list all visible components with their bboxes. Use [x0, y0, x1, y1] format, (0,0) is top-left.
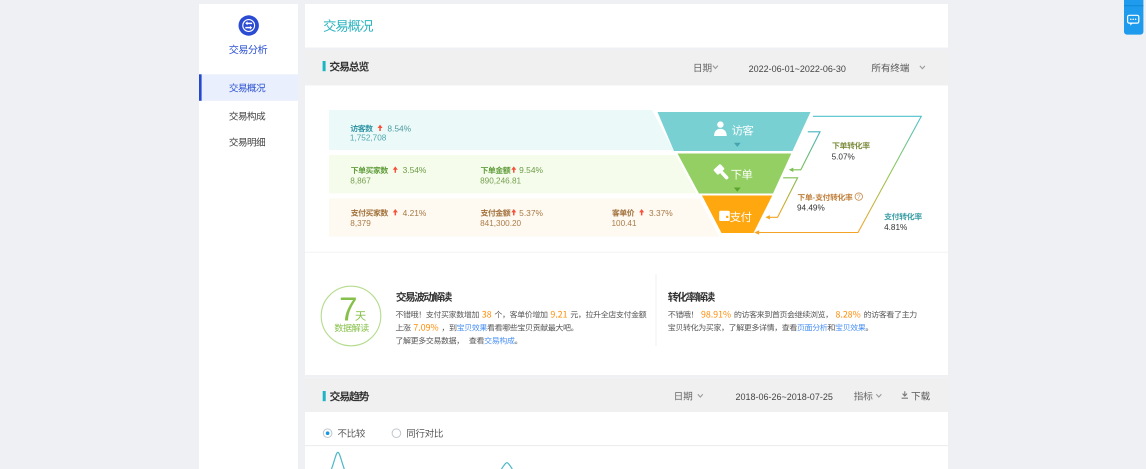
- svg-text:9.54%: 9.54%: [519, 165, 543, 175]
- svg-text:890,246.81: 890,246.81: [480, 176, 521, 185]
- svg-text:8,867: 8,867: [350, 176, 371, 185]
- svg-text:5.07%: 5.07%: [832, 153, 855, 162]
- svg-text:2018-06-26~2018-07-25: 2018-06-26~2018-07-25: [736, 392, 833, 402]
- svg-text:94.49%: 94.49%: [797, 203, 825, 212]
- svg-text:?: ?: [857, 194, 861, 201]
- svg-text:100.41: 100.41: [612, 219, 637, 228]
- svg-text:8.54%: 8.54%: [387, 123, 411, 133]
- svg-text:4.21%: 4.21%: [403, 208, 427, 218]
- svg-text:7: 7: [339, 291, 357, 328]
- svg-text:2022-06-01~2022-06-30: 2022-06-01~2022-06-30: [749, 64, 846, 74]
- svg-text:5.37%: 5.37%: [519, 208, 543, 218]
- svg-text:3.37%: 3.37%: [649, 208, 673, 218]
- svg-text:4.81%: 4.81%: [884, 223, 907, 232]
- svg-text:8,379: 8,379: [350, 219, 371, 228]
- svg-text:1,752,708: 1,752,708: [350, 134, 387, 143]
- svg-text:3.54%: 3.54%: [403, 165, 427, 175]
- svg-text:841,300.20: 841,300.20: [480, 219, 521, 228]
